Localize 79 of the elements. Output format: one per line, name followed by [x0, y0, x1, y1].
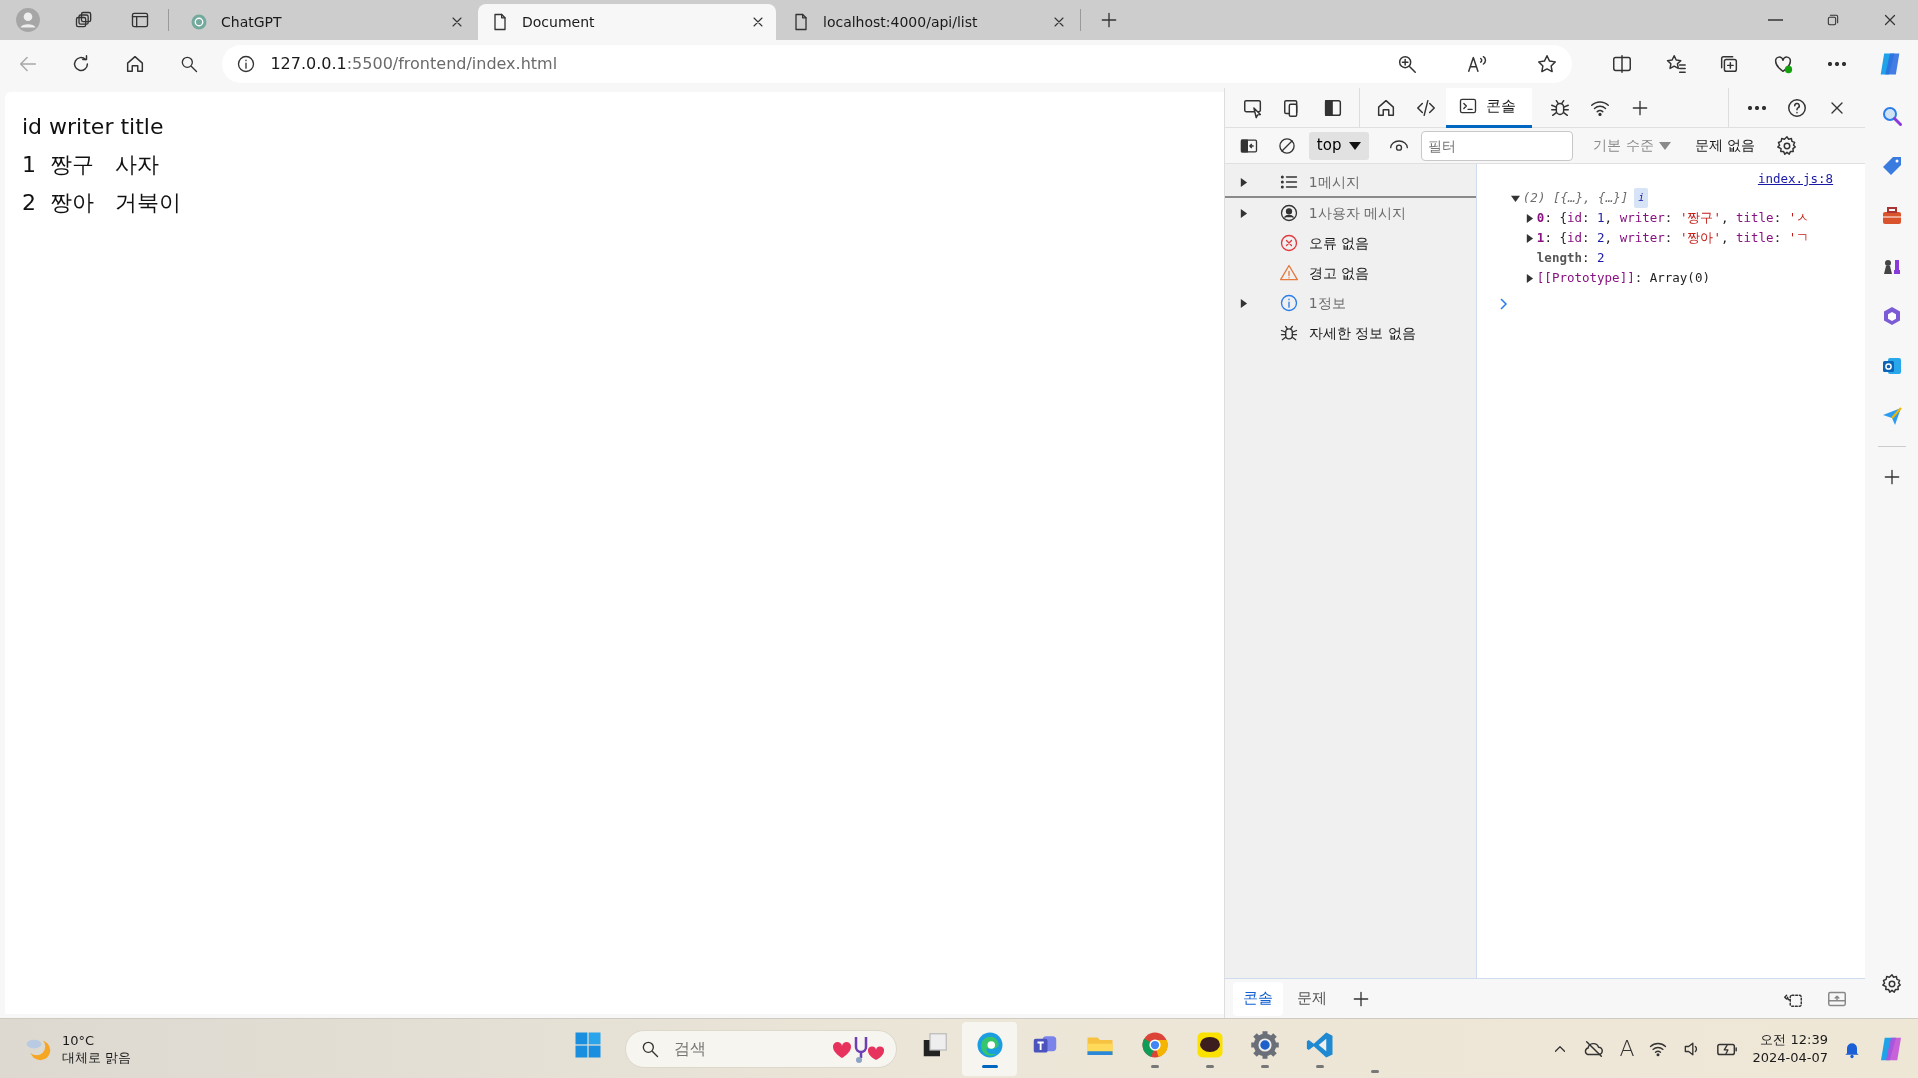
split-screen-icon — [1611, 53, 1634, 75]
settings-icon — [1880, 973, 1903, 995]
running-indicator — [1150, 1064, 1159, 1068]
tab-title: ChatGPT — [221, 12, 283, 32]
sidebar-item[interactable]: 오류 없음 — [1224, 228, 1476, 258]
help-icon — [1786, 96, 1809, 119]
sidebar-item[interactable]: 1사용자 메시지 — [1224, 198, 1476, 228]
input-method-indicator[interactable]: A — [1619, 1032, 1635, 1065]
running-indicator — [1205, 1064, 1214, 1068]
tab-title: Document — [522, 12, 596, 32]
running-indicator — [1260, 1064, 1269, 1068]
date-text: 2024-04-07 — [1752, 1048, 1828, 1067]
running-indicator — [981, 1064, 998, 1068]
collapsed-arrow-icon[interactable] — [1238, 208, 1248, 218]
user-icon — [1278, 203, 1299, 223]
bug-icon — [1278, 323, 1299, 343]
browser-tab[interactable]: ChatGPT — [177, 4, 475, 40]
caret-icon — [1349, 140, 1362, 151]
weather-condition-text: 대체로 맑음 — [62, 1048, 132, 1066]
console-icon — [1457, 96, 1478, 116]
zoom-icon[interactable] — [1396, 53, 1419, 75]
drawer-tab[interactable]: 문제 — [1286, 981, 1337, 1016]
caret-icon — [1658, 140, 1671, 151]
source-link[interactable]: index.js:8 — [1490, 170, 1858, 188]
clock[interactable]: 오전 12:39 2024-04-07 — [1752, 1030, 1828, 1067]
avatar-icon — [15, 7, 41, 33]
context-dropdown[interactable]: top — [1308, 131, 1370, 160]
info-icon — [1278, 293, 1299, 313]
workspaces-icon — [74, 10, 94, 30]
settings-icon — [1776, 134, 1799, 157]
console-line: [[Prototype]]: Array(0) — [1536, 269, 1710, 287]
temperature-text: 10°C — [62, 1031, 96, 1049]
devtools-tab[interactable]: 콘솔 — [1445, 87, 1532, 128]
time-text: 오전 12:39 — [1759, 1030, 1828, 1049]
address-bar[interactable]: 127.0.0.1:5500/frontend/index.html — [222, 45, 1573, 83]
running-indicator — [1315, 1064, 1324, 1068]
warning-icon — [1278, 263, 1299, 283]
sidebar-item[interactable]: 1메시지 — [1224, 168, 1476, 198]
sidebar-item[interactable]: 자세한 정보 없음 — [1224, 318, 1476, 348]
favorites-icon — [1664, 53, 1687, 75]
star-icon[interactable] — [1536, 53, 1559, 75]
prompt-icon[interactable] — [1498, 296, 1509, 311]
drawer-tab[interactable]: 콘솔 — [1232, 981, 1283, 1016]
chatgpt-icon — [189, 12, 209, 32]
page-text-line: 1 짱구 사자 — [22, 151, 159, 179]
home-icon — [124, 53, 146, 75]
browser-tab[interactable]: Document — [478, 4, 776, 40]
browser-tab[interactable]: localhost:4000/api/list — [779, 4, 1077, 40]
info-icon[interactable] — [236, 54, 257, 74]
read-aloud-icon[interactable] — [1466, 53, 1489, 75]
info-badge: i — [1634, 188, 1649, 208]
collapsed-arrow-icon[interactable] — [1524, 273, 1534, 283]
filter-field[interactable]: 필터 — [1421, 130, 1574, 161]
minimize-icon — [1768, 19, 1783, 21]
more-icon — [1827, 62, 1846, 66]
page-text-line: 2 짱아 거북이 — [22, 189, 181, 217]
console-line: 0: {id: 1, writer: '짱구', title: 'ㅅ — [1536, 209, 1810, 227]
search-box[interactable]: 검색 — [625, 1029, 897, 1068]
error-icon — [1278, 233, 1299, 253]
tab-title: localhost:4000/api/list — [823, 12, 979, 32]
search-field[interactable]: 검색 — [672, 1035, 820, 1062]
sidebar-item[interactable]: 1정보 — [1224, 288, 1476, 318]
collapsed-arrow-icon[interactable] — [1524, 233, 1534, 243]
collapsed-arrow-icon[interactable] — [1238, 298, 1248, 308]
plus-icon — [1099, 10, 1119, 30]
tabs-icon — [130, 10, 150, 30]
console-line: (2) [{…}, {…}] — [1522, 189, 1629, 207]
page-text-line: id writer title — [22, 113, 164, 141]
more-icon — [1748, 105, 1767, 110]
console-line: length: 2 — [1536, 249, 1605, 267]
clear-icon — [1276, 135, 1297, 156]
sidebar-item[interactable]: 경고 없음 — [1224, 258, 1476, 288]
collapsed-arrow-icon[interactable] — [1524, 213, 1534, 223]
gear-icon — [1249, 1029, 1280, 1060]
url-text: 127.0.0.1:5500/frontend/index.html — [270, 53, 559, 75]
collapsed-arrow-icon[interactable] — [1238, 177, 1248, 187]
expanded-arrow-icon[interactable] — [1510, 193, 1520, 203]
issues-button[interactable]: 문제 없음 — [1684, 135, 1766, 156]
console-line: 1: {id: 2, writer: '짱아', title: 'ㄱ — [1536, 229, 1810, 247]
